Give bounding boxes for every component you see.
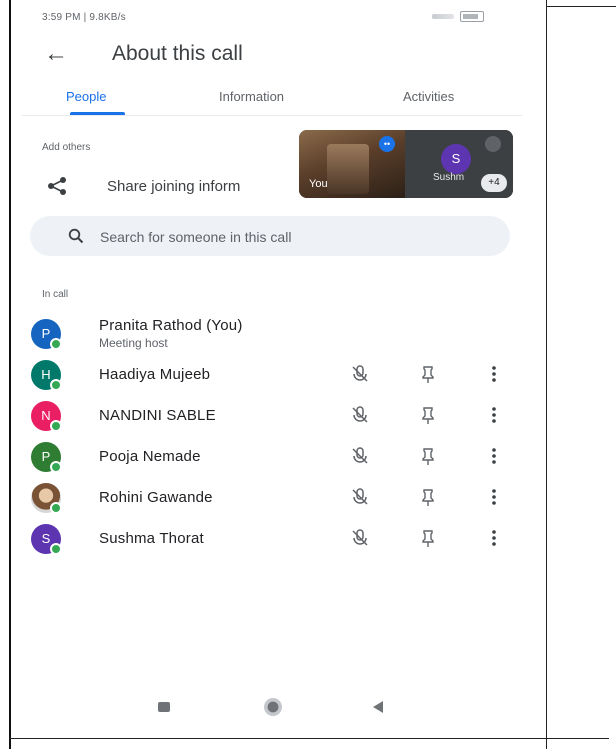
search-input[interactable] xyxy=(98,216,502,258)
mic-off-icon[interactable] xyxy=(350,487,370,507)
tab-people[interactable]: People xyxy=(66,89,106,104)
participant-row[interactable]: Rohini Gawande xyxy=(0,479,535,519)
overflow-count-badge: +4 xyxy=(481,174,507,192)
mic-off-icon[interactable] xyxy=(350,446,370,466)
online-status-dot xyxy=(50,461,62,473)
participant-name: Rohini Gawande xyxy=(99,489,213,506)
self-video-tile: You •• xyxy=(299,130,405,198)
more-options-icon[interactable] xyxy=(484,528,504,548)
mic-off-icon[interactable] xyxy=(350,528,370,548)
pin-icon[interactable] xyxy=(418,528,438,548)
battery-icon xyxy=(460,11,484,22)
tile-participant-label: Sushm xyxy=(433,172,465,183)
online-status-dot xyxy=(50,420,62,432)
self-video-label: You xyxy=(309,178,328,190)
tab-divider xyxy=(22,115,522,116)
self-video-image xyxy=(327,144,369,194)
mic-off-icon[interactable] xyxy=(350,405,370,425)
pin-icon[interactable] xyxy=(418,487,438,507)
recent-apps-button[interactable] xyxy=(158,702,170,712)
online-status-dot xyxy=(50,502,62,514)
participant-row[interactable]: P Pooja Nemade xyxy=(0,438,535,478)
mic-off-icon[interactable] xyxy=(350,364,370,384)
pin-icon[interactable] xyxy=(418,446,438,466)
participant-row[interactable]: H Haadiya Mujeeb xyxy=(0,356,535,396)
tab-activities[interactable]: Activities xyxy=(403,89,454,104)
avatar: H xyxy=(31,360,62,391)
more-options-icon[interactable] xyxy=(484,446,504,466)
pin-icon[interactable] xyxy=(418,405,438,425)
status-bar-icons xyxy=(432,11,484,22)
avatar: P xyxy=(31,442,62,473)
participant-name: Sushma Thorat xyxy=(99,530,204,547)
avatar xyxy=(31,483,62,514)
search-bar[interactable] xyxy=(30,216,510,258)
back-arrow-icon[interactable]: ← xyxy=(44,40,68,68)
status-bar-text: 3:59 PM | 9.8KB/s xyxy=(42,12,126,23)
participant-name: Pranita Rathod (You) xyxy=(99,317,243,334)
participant-name: Pooja Nemade xyxy=(99,448,201,465)
avatar: P xyxy=(31,319,62,350)
video-tile-overlay[interactable]: You •• S Sushm +4 xyxy=(299,130,513,198)
document-frame-bottom xyxy=(9,738,609,739)
search-icon xyxy=(68,228,84,244)
avatar: S xyxy=(31,524,62,555)
participant-role: Meeting host xyxy=(99,336,168,350)
more-options-icon[interactable] xyxy=(484,487,504,507)
home-button[interactable] xyxy=(264,698,282,716)
tile-avatar: S xyxy=(441,144,471,174)
add-others-label: Add others xyxy=(42,142,91,153)
audio-indicator-icon: •• xyxy=(379,136,395,152)
more-options-icon[interactable] xyxy=(484,405,504,425)
signal-icon xyxy=(432,14,454,19)
document-frame-top xyxy=(546,6,616,7)
page-title: About this call xyxy=(112,42,243,65)
in-call-label: In call xyxy=(42,289,69,300)
share-joining-info-button[interactable]: Share joining inform xyxy=(107,178,240,195)
muted-mic-icon xyxy=(485,136,501,152)
participant-name: Haadiya Mujeeb xyxy=(99,366,211,383)
online-status-dot xyxy=(50,338,62,350)
pin-icon[interactable] xyxy=(418,364,438,384)
more-options-icon[interactable] xyxy=(484,364,504,384)
participant-row[interactable]: S Sushma Thorat xyxy=(0,520,535,560)
document-frame-right xyxy=(546,0,547,749)
participant-name: NANDINI SABLE xyxy=(99,407,216,424)
participant-row[interactable]: N NANDINI SABLE xyxy=(0,397,535,437)
participant-video-tile: S Sushm +4 xyxy=(405,130,513,198)
share-icon[interactable] xyxy=(46,176,68,196)
participant-row[interactable]: P Pranita Rathod (You) Meeting host xyxy=(0,314,535,354)
tab-information[interactable]: Information xyxy=(219,89,284,104)
system-back-button[interactable] xyxy=(373,701,383,713)
online-status-dot xyxy=(50,379,62,391)
online-status-dot xyxy=(50,543,62,555)
avatar: N xyxy=(31,401,62,432)
